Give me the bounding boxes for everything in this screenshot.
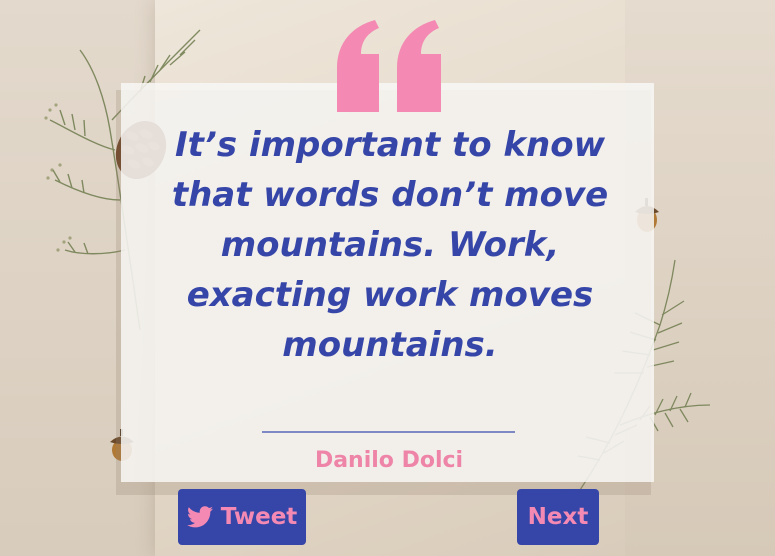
quote-divider (262, 431, 515, 433)
next-button-label: Next (527, 504, 589, 530)
tweet-button-label: Tweet (220, 504, 298, 530)
quote-text: It’s important to know that words don’t … (171, 125, 609, 365)
twitter-bird-icon (186, 506, 213, 528)
tweet-button[interactable]: Tweet (178, 489, 306, 545)
next-button[interactable]: Next (517, 489, 599, 545)
quote-icon (337, 20, 441, 112)
quote-author: Danilo Dolci (314, 448, 464, 473)
